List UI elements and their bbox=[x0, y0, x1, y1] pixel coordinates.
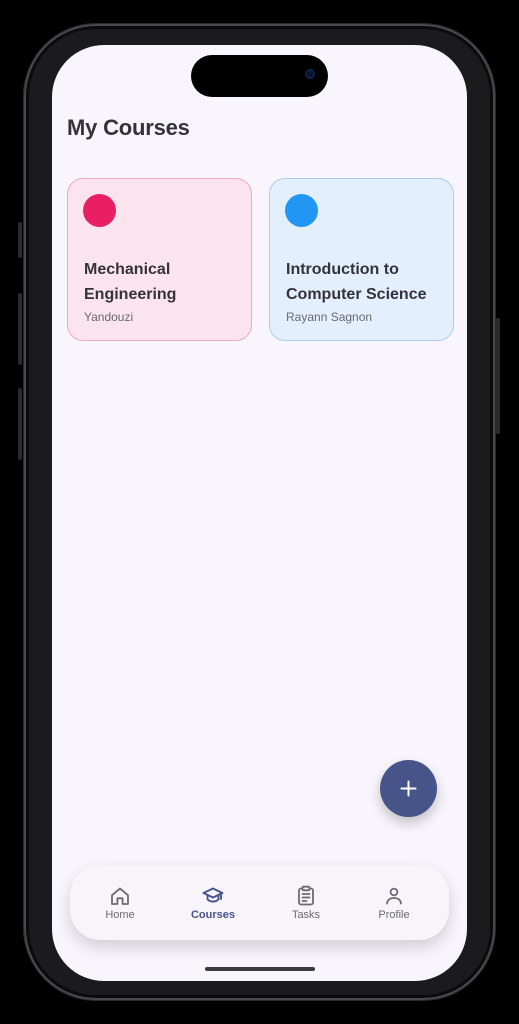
clipboard-icon bbox=[298, 885, 314, 906]
status-icons: ▂▄▆ 5G ▰▰▰ bbox=[360, 53, 441, 67]
nav-label-tasks: Tasks bbox=[291, 909, 321, 921]
action-button[interactable] bbox=[18, 222, 22, 258]
nav-label-home: Home bbox=[105, 909, 135, 921]
course-title: Introduction to Computer Science bbox=[286, 261, 427, 303]
person-icon bbox=[386, 887, 402, 905]
course-list: Mechanical Engineering Yandouzi Introduc… bbox=[67, 178, 454, 341]
nav-item-tasks[interactable]: Tasks bbox=[262, 865, 350, 940]
add-course-button[interactable] bbox=[380, 760, 437, 817]
home-icon bbox=[111, 887, 129, 905]
nav-item-courses[interactable]: Courses bbox=[169, 865, 257, 940]
graduation-cap-icon bbox=[202, 887, 224, 903]
course-color-dot bbox=[285, 194, 318, 227]
course-color-dot bbox=[83, 194, 116, 227]
bottom-navigation: Home Courses Tasks Profile bbox=[70, 865, 449, 940]
nav-label-courses: Courses bbox=[190, 909, 236, 921]
plus-icon bbox=[400, 780, 417, 797]
network-label: 5G bbox=[392, 53, 409, 67]
volume-down-button[interactable] bbox=[18, 388, 22, 460]
status-time: 9:41 bbox=[80, 53, 105, 67]
power-button[interactable] bbox=[496, 318, 500, 434]
battery-icon: ▰▰▰ bbox=[413, 53, 441, 67]
front-camera-icon bbox=[305, 69, 315, 79]
course-instructor: Rayann Sagnon bbox=[286, 310, 373, 324]
home-indicator[interactable] bbox=[205, 967, 315, 971]
course-card-computer-science[interactable]: Introduction to Computer Science Rayann … bbox=[269, 178, 454, 341]
volume-up-button[interactable] bbox=[18, 293, 22, 365]
signal-icon: ▂▄▆ bbox=[360, 53, 388, 67]
page-title: My Courses bbox=[67, 115, 190, 140]
course-card-mechanical-engineering[interactable]: Mechanical Engineering Yandouzi bbox=[67, 178, 252, 341]
nav-item-home[interactable]: Home bbox=[76, 865, 164, 940]
app-screen: 9:41 ▂▄▆ 5G ▰▰▰ My Courses Mechanical En… bbox=[52, 45, 467, 981]
nav-label-profile: Profile bbox=[378, 909, 410, 921]
nav-item-profile[interactable]: Profile bbox=[350, 865, 438, 940]
course-instructor: Yandouzi bbox=[84, 310, 134, 324]
course-title: Mechanical Engineering bbox=[84, 261, 177, 303]
dynamic-island bbox=[191, 55, 328, 97]
